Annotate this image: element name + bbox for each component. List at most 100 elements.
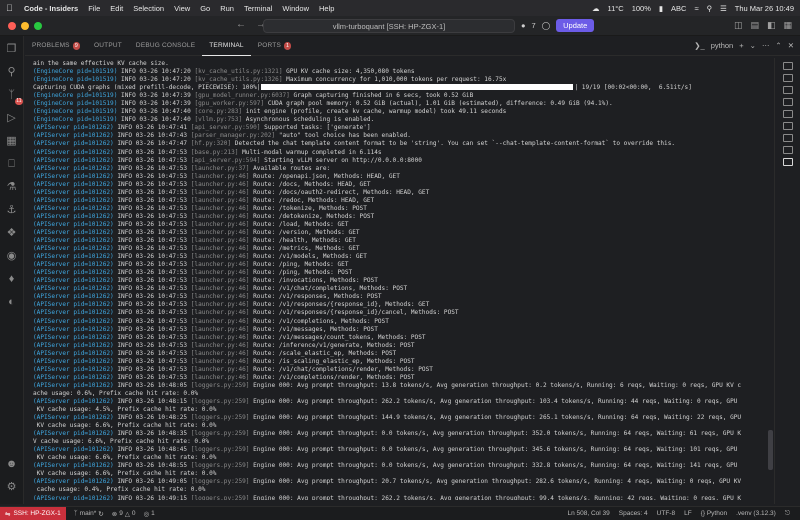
branch-indicator[interactable]: ᛉ main* ↻: [74, 510, 104, 518]
remote-indicator[interactable]: ⇋ SSH: HP-ZGX-1: [0, 506, 66, 520]
menu-run[interactable]: Run: [220, 4, 234, 13]
terminal-output[interactable]: ain the same effective KV cache size. (En…: [33, 60, 768, 500]
input-source[interactable]: ABC: [671, 4, 686, 13]
ports-indicator-icon[interactable]: ●: [521, 21, 526, 30]
ports-status[interactable]: ◎ 1: [143, 510, 154, 518]
terminal-segment: (APIServer pid=101262): [33, 132, 114, 140]
terminal-shell-icon[interactable]: ❯_: [694, 41, 704, 50]
minimize-window-button[interactable]: [21, 21, 29, 30]
remote-explorer-icon[interactable]: ⎕: [5, 157, 19, 171]
clock[interactable]: Thu Mar 26 10:49: [735, 4, 794, 13]
terminal-segment: Route: /docs, Methods: HEAD, GET: [249, 180, 371, 188]
tab-output[interactable]: OUTPUT: [87, 36, 129, 56]
settings-gear-icon[interactable]: ⚙: [5, 480, 19, 494]
back-arrow-icon[interactable]: ←: [236, 19, 246, 30]
terminal-dropdown-chevron-icon[interactable]: ⌄: [750, 41, 756, 50]
terminal-instance-icon[interactable]: [782, 122, 793, 130]
cursor-position[interactable]: Ln 508, Col 39: [567, 510, 609, 518]
tab-debug-console[interactable]: DEBUG CONSOLE: [129, 36, 202, 56]
terminal-segment: INFO 03-26 10:47:20: [117, 76, 195, 84]
customize-layout-icon[interactable]: ▦: [783, 20, 792, 31]
terminal-segment: INFO 03-26 10:48:05: [113, 381, 191, 389]
battery-icon[interactable]: ▮: [659, 4, 663, 13]
source-control-icon[interactable]: ᛉ 11: [5, 88, 23, 105]
terminal-segment: Route: /openapi.json, Methods: HEAD, GET: [249, 172, 400, 180]
tab-ports[interactable]: PORTS 1: [251, 36, 299, 56]
docker-icon[interactable]: ⚓: [5, 203, 19, 217]
menu-edit[interactable]: Edit: [110, 4, 123, 13]
python-env[interactable]: .venv (3.12.3): [736, 510, 776, 518]
database-icon[interactable]: ◉: [5, 249, 19, 263]
close-window-button[interactable]: [8, 21, 16, 30]
terminal-shell-name[interactable]: python: [711, 41, 734, 50]
terminal-instance-icon[interactable]: [782, 74, 793, 82]
terminal-line: (APIServer pid=101262) INFO 03-26 10:47:…: [33, 318, 768, 326]
menu-help[interactable]: Help: [319, 4, 334, 13]
menu-selection[interactable]: Selection: [133, 4, 164, 13]
zoom-window-button[interactable]: [34, 21, 42, 30]
tab-problems[interactable]: PROBLEMS 9: [25, 36, 87, 56]
extensions-icon[interactable]: ▦: [5, 134, 19, 148]
toggle-panel-icon[interactable]: ▤: [750, 20, 759, 31]
tab-terminal[interactable]: TERMINAL: [202, 36, 251, 56]
new-terminal-icon[interactable]: +: [739, 41, 743, 50]
menu-file[interactable]: File: [88, 4, 100, 13]
testing-icon[interactable]: ⚗: [5, 180, 19, 194]
chat-icon[interactable]: ❖: [5, 226, 19, 240]
terminal-instance-icon[interactable]: [782, 158, 793, 166]
control-center-icon[interactable]: ☰: [720, 4, 727, 13]
wifi-icon[interactable]: ≈: [694, 4, 698, 13]
terminal-segment: Route: /tokenize, Methods: POST: [249, 204, 367, 212]
menu-go[interactable]: Go: [200, 4, 210, 13]
terminal-segment: Route: /v1/completions/render, Methods: …: [249, 373, 415, 381]
search-icon[interactable]: ⚲: [707, 4, 713, 13]
language-mode[interactable]: {} Python: [701, 510, 727, 518]
terminal-line: (EngineCore pid=101519) INFO 03-26 10:47…: [33, 92, 768, 100]
terminal-line: (APIServer pid=101262) INFO 03-26 10:49:…: [33, 478, 768, 486]
more-actions-icon[interactable]: ⋯: [762, 41, 770, 50]
toggle-secondary-sidebar-icon[interactable]: ◧: [767, 20, 776, 31]
menu-view[interactable]: View: [174, 4, 190, 13]
close-panel-icon[interactable]: ✕: [788, 41, 794, 50]
terminal-segment: INFO 03-26 10:47:53: [113, 333, 191, 341]
command-center[interactable]: vllm-turboquant [SSH: HP-ZGX-1]: [263, 19, 515, 33]
terminal-line: (APIServer pid=101262) INFO 03-26 10:47:…: [33, 189, 768, 197]
terminal-instance-icon[interactable]: [782, 86, 793, 94]
end-of-line[interactable]: LF: [684, 510, 692, 518]
github-icon[interactable]: ◐: [5, 295, 19, 309]
notifications-bell-icon[interactable]: ⎋: [785, 510, 790, 518]
terminal-instance-icon[interactable]: [782, 134, 793, 142]
search-icon[interactable]: ⚲: [5, 65, 19, 79]
weather-icon[interactable]: ☁: [592, 4, 600, 13]
battery-percent[interactable]: 100%: [632, 4, 651, 13]
weather-temp[interactable]: 11°C: [607, 4, 623, 13]
terminal-instance-icon[interactable]: [782, 146, 793, 154]
terminal-instance-icon[interactable]: [782, 98, 793, 106]
terminal-segment: INFO 03-26 10:47:53: [113, 212, 191, 220]
terminal-line: ain the same effective KV cache size.: [33, 60, 768, 68]
account-icon[interactable]: ☻: [5, 457, 19, 471]
menu-terminal[interactable]: Terminal: [244, 4, 272, 13]
terminal-instance-icon[interactable]: [782, 62, 793, 70]
terminal-segment: KV cache usage: 4.5%, Prefix cache hit r…: [33, 406, 217, 414]
menu-app-name[interactable]: Code - Insiders: [24, 4, 78, 13]
python-icon[interactable]: ♦: [5, 272, 19, 286]
terminal-segment: [launcher.py:46]: [190, 365, 250, 373]
ports-indicator-count[interactable]: 7: [532, 21, 536, 30]
problems-indicator[interactable]: ⊗ 9 △ 0: [112, 510, 136, 518]
accounts-icon[interactable]: ◯: [542, 21, 550, 30]
menu-window[interactable]: Window: [282, 4, 309, 13]
apple-icon[interactable]: : [6, 3, 16, 13]
maximize-panel-icon[interactable]: ⌃: [775, 41, 781, 50]
indentation[interactable]: Spaces: 4: [619, 510, 648, 518]
toggle-sidebar-icon[interactable]: ◫: [734, 20, 743, 31]
terminal-scrollbar[interactable]: [768, 60, 773, 500]
terminal-segment: Route: /detokenize, Methods: POST: [249, 212, 375, 220]
update-button[interactable]: Update: [556, 19, 595, 32]
terminal-segment: [loggers.py:259]: [190, 478, 250, 486]
terminal-instance-icon[interactable]: [782, 110, 793, 118]
explorer-icon[interactable]: ❐: [5, 42, 19, 56]
encoding[interactable]: UTF-8: [657, 510, 675, 518]
terminal-scrollbar-thumb[interactable]: [768, 430, 773, 470]
run-debug-icon[interactable]: ▷: [5, 111, 19, 125]
